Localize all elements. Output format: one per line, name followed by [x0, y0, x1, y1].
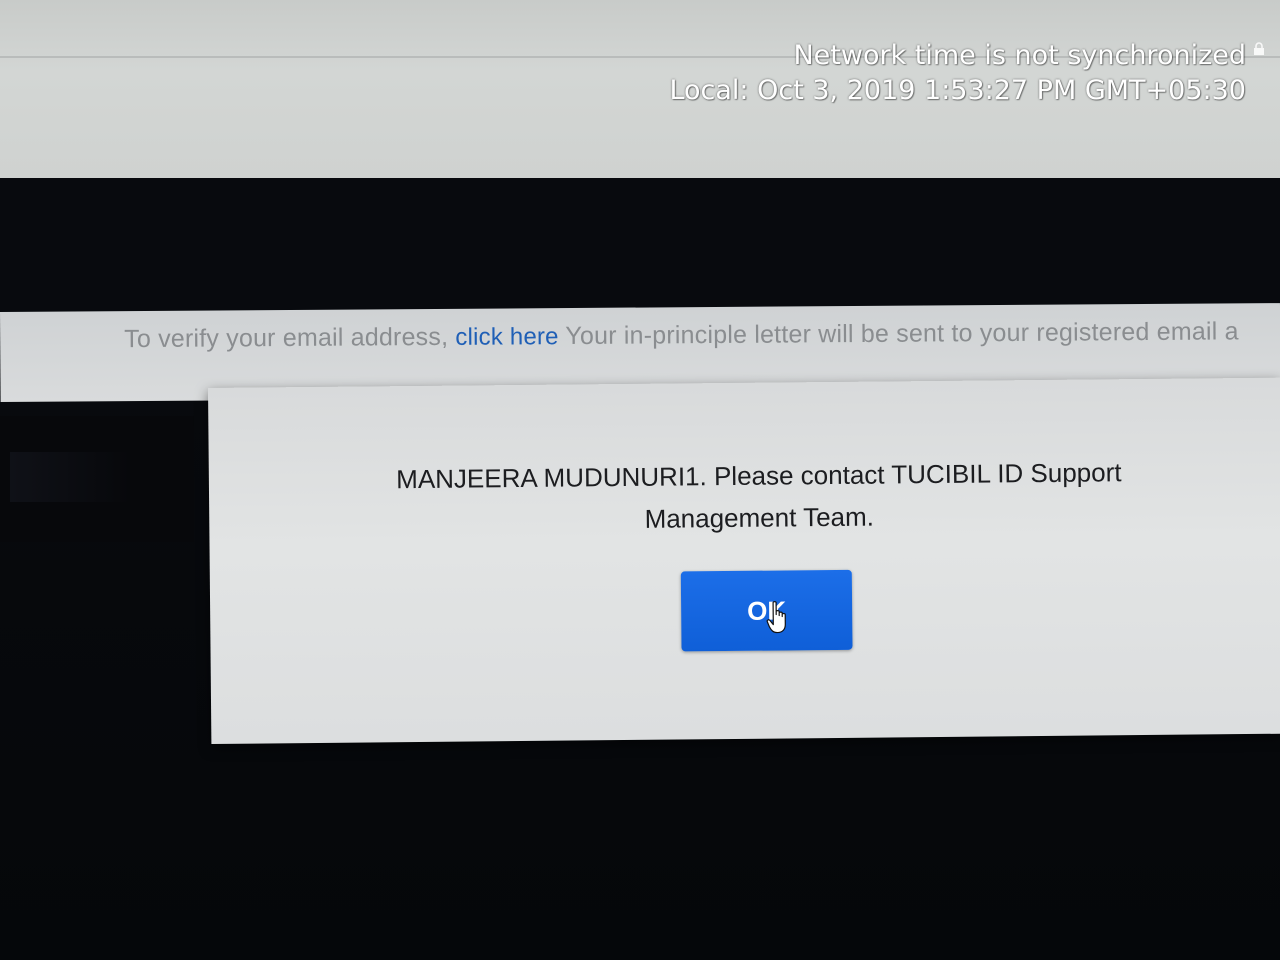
- notice-suffix: Your in-principle letter will be sent to…: [558, 317, 1239, 351]
- notice-text: To verify your email address, click here…: [124, 317, 1239, 354]
- verify-email-link[interactable]: click here: [455, 323, 559, 351]
- alert-dialog: MANJEERA MUDUNURI1. Please contact TUCIB…: [208, 377, 1280, 744]
- lock-icon: [1254, 42, 1264, 55]
- hand-pointer-icon: [766, 601, 786, 634]
- side-panel-content: [10, 452, 130, 502]
- network-time-overlay: Network time is not synchronized Local: …: [669, 38, 1246, 108]
- network-time-status: Network time is not synchronized: [793, 40, 1246, 71]
- modal-backdrop: [0, 178, 1280, 314]
- screen: Network time is not synchronized Local: …: [0, 0, 1280, 960]
- notice-prefix: To verify your email address,: [124, 322, 456, 354]
- dialog-message: MANJEERA MUDUNURI1. Please contact TUCIB…: [396, 457, 1122, 534]
- local-time-stamp: Local: Oct 3, 2019 1:53:27 PM GMT+05:30: [669, 75, 1246, 106]
- side-panel: [0, 416, 194, 542]
